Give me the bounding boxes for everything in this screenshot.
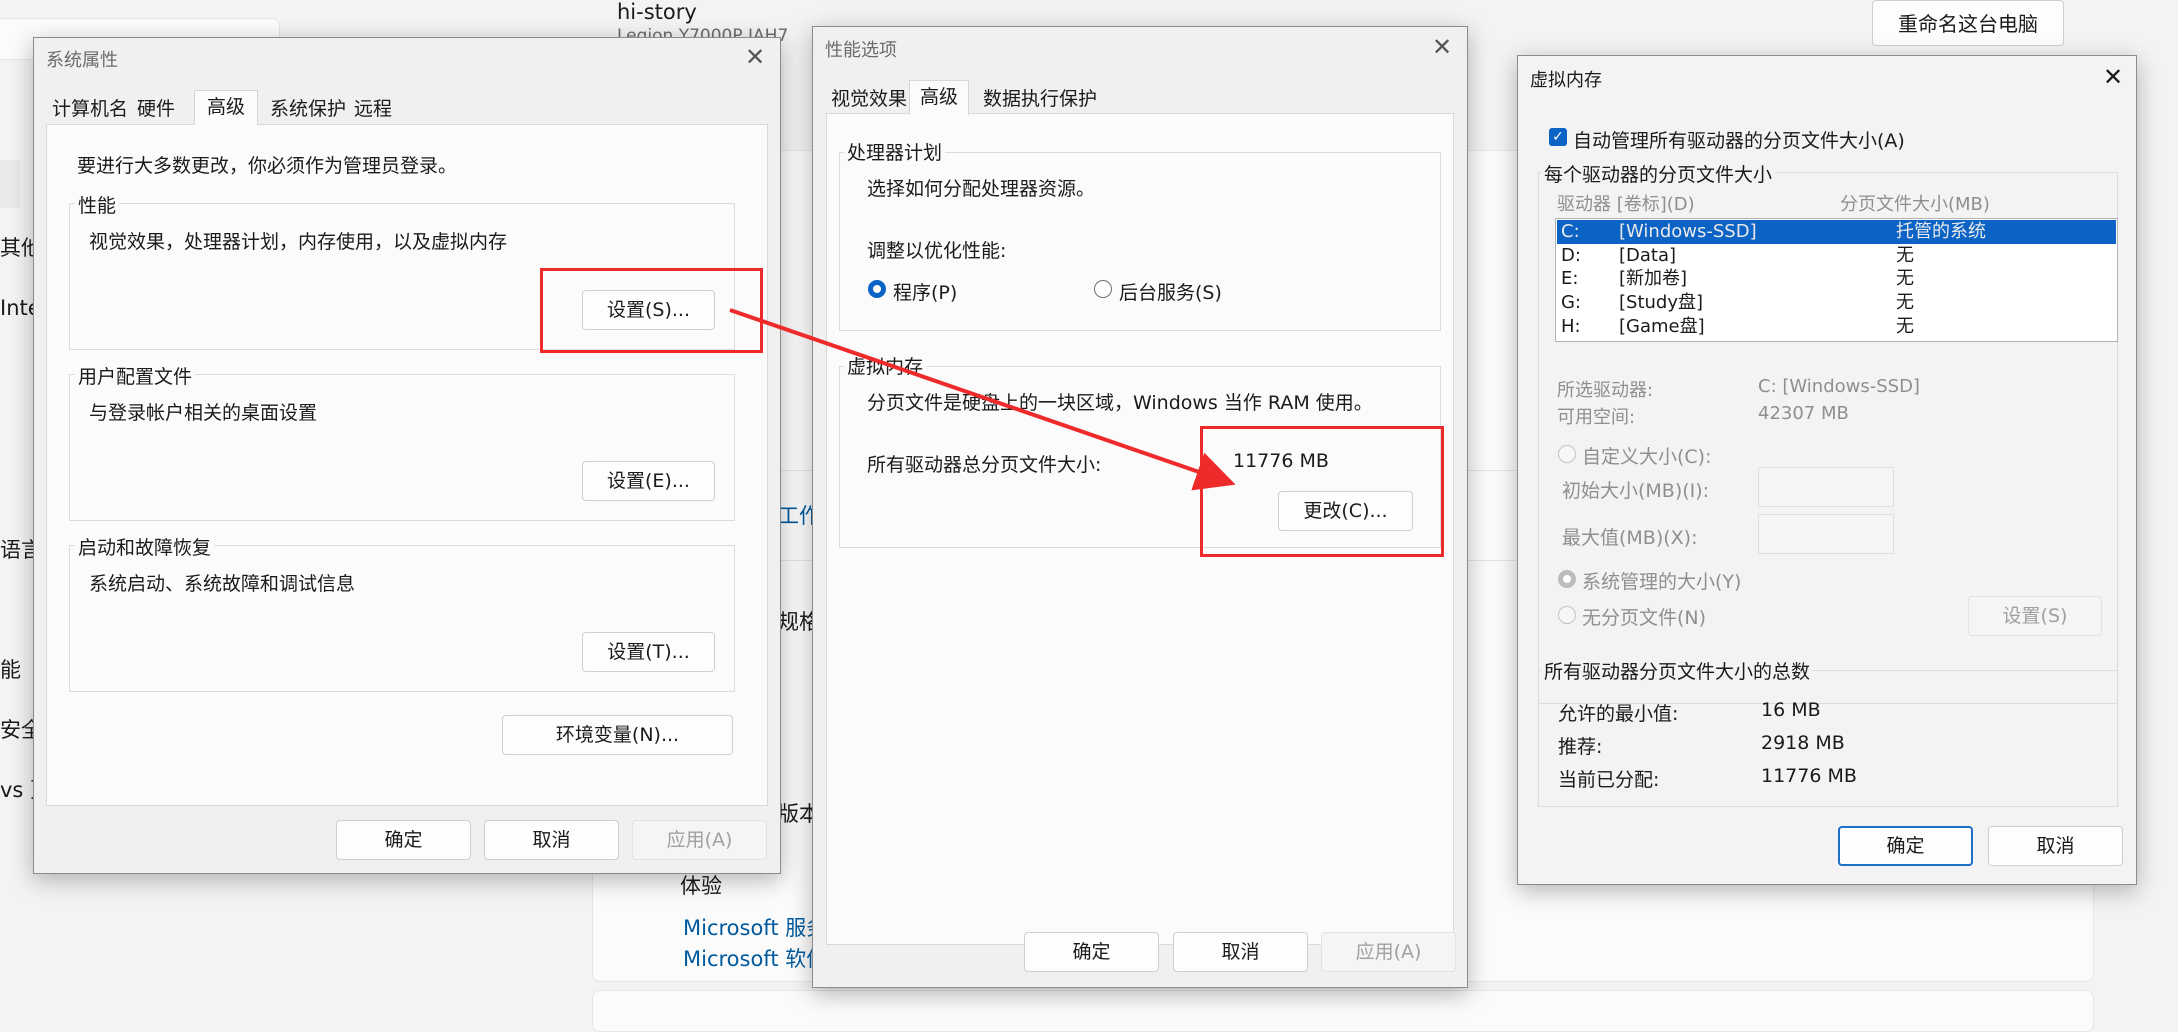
arrow-line <box>729 308 1236 491</box>
annotation-arrow <box>729 308 1236 491</box>
tab-advanced[interactable]: 高级 <box>909 80 970 115</box>
tab-advanced[interactable]: 高级 <box>194 90 259 125</box>
